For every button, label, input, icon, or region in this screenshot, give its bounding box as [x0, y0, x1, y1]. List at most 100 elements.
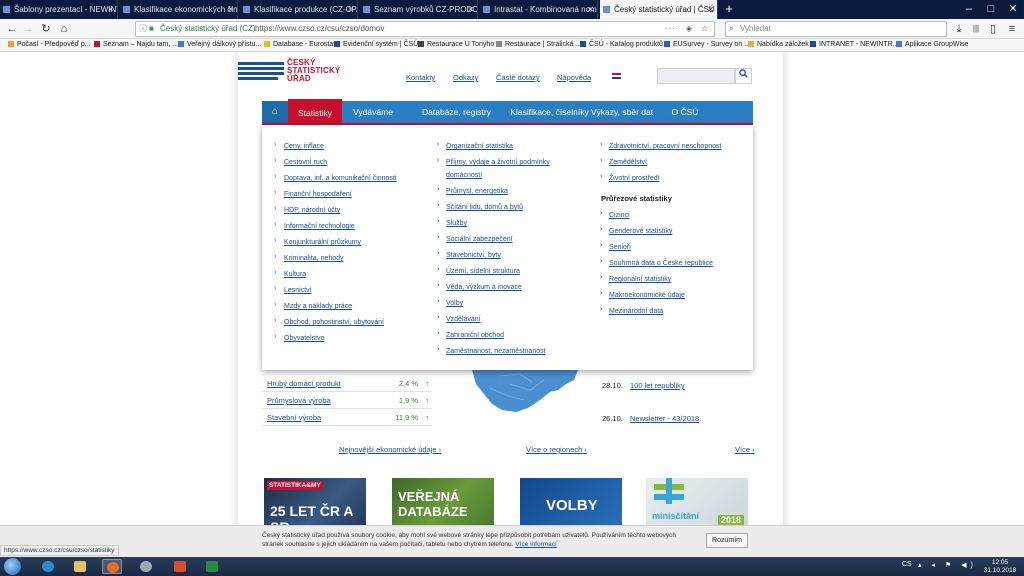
menu-link[interactable]: Průmysl, energetika — [446, 187, 508, 196]
bookmark-item[interactable]: Evidenční systém | ČSÚ — [334, 39, 418, 51]
new-tab-button[interactable]: + — [722, 0, 736, 19]
indicator-name[interactable]: Hrubý domácí produkt — [267, 375, 341, 392]
sidebar-icon[interactable]: ▯ — [985, 21, 1001, 37]
menu-link[interactable]: Makroekonomické údaje — [609, 291, 685, 300]
menu-link[interactable]: Informační technologie — [284, 222, 355, 231]
menu-link[interactable]: Cestovní ruch — [284, 158, 327, 167]
close-tab-icon[interactable]: ✕ — [227, 0, 234, 19]
menu-link[interactable]: Služby — [446, 219, 467, 228]
menu-link[interactable]: Regionální statistiky — [609, 275, 671, 284]
browser-search-input[interactable]: ⌕ Vyhledat — [725, 21, 947, 37]
ie-icon[interactable] — [38, 559, 58, 574]
clock[interactable]: 12:05 31.10.2018 — [980, 559, 1020, 575]
menu-link[interactable]: Volby — [446, 299, 463, 308]
page-actions-icon[interactable]: ··· — [665, 22, 676, 36]
banner-volby[interactable]: VOLBY — [520, 478, 622, 525]
firefox-icon[interactable] — [102, 559, 122, 574]
logo-text[interactable]: ČESKÝ STATISTICKÝ ÚŘAD — [287, 59, 340, 83]
outlook-icon[interactable] — [136, 559, 156, 574]
indicator-name[interactable]: Stavební výroba — [267, 409, 321, 426]
news-title[interactable]: Newsletter - 43/2018 — [630, 414, 699, 423]
bookmark-item[interactable]: Database - Eurostat — [264, 39, 335, 51]
explorer-icon[interactable] — [70, 559, 90, 574]
bookmark-item[interactable]: ČSÚ - Katalog produktů — [580, 39, 663, 51]
menu-link[interactable]: Příjmy, výdaje a životní podmínky — [446, 158, 550, 167]
menu-link[interactable]: Souhrnná data o České republice — [609, 259, 713, 268]
menu-link[interactable]: Obchod, pohostinství, ubytování — [284, 318, 384, 327]
nav-item-o-csu[interactable]: O ČSÚ — [664, 101, 706, 123]
menu-link[interactable]: domácností — [446, 171, 482, 180]
nav-item-vydavame[interactable]: Vydáváme — [345, 101, 401, 123]
menu-link[interactable]: Lesnictví — [284, 286, 312, 295]
minimize-button[interactable]: – — [958, 0, 980, 19]
menu-link[interactable]: Území, sídelní struktura — [446, 267, 520, 276]
site-identity[interactable]: Český statistický úřad (CZ) — [160, 22, 256, 36]
menu-link[interactable]: Doprava, inf. a komunikační činnosti — [284, 174, 396, 183]
tray-icons[interactable]: ▴ ◂ ⚑ ◀) — [918, 561, 977, 569]
menu-link[interactable]: HDP, národní účty — [284, 206, 340, 215]
menu-link[interactable]: Životní prostředí — [609, 174, 660, 183]
cookie-more-info-link[interactable]: Více informací — [515, 541, 557, 548]
menu-link[interactable]: Organizační statistika — [446, 142, 513, 151]
close-tab-icon[interactable]: ✕ — [707, 0, 714, 19]
menu-link[interactable]: Zahraniční obchod — [446, 331, 504, 340]
nav-item-vykazy[interactable]: Výkazy, sběr dat — [583, 101, 661, 123]
menu-link[interactable]: Ceny, inflace — [284, 142, 324, 151]
bookmark-item[interactable]: Veřejný dálkový přístu... — [178, 39, 261, 51]
menu-link[interactable]: Sociální zabezpečení — [446, 235, 513, 244]
excel-icon[interactable] — [202, 559, 222, 574]
maximize-button[interactable]: □ — [980, 0, 1002, 19]
language-indicator[interactable]: CS — [902, 561, 912, 568]
menu-icon[interactable]: ≡ — [1004, 21, 1020, 37]
indicator-name[interactable]: Průmyslová výroba — [267, 392, 331, 409]
menu-link[interactable]: Obyvatelstvo — [284, 334, 324, 343]
banner-miniscitani[interactable]: minisčítání 2018 — [646, 478, 748, 525]
bookmark-item[interactable]: Nabídka záložek — [748, 39, 809, 51]
bookmark-star-icon[interactable]: ☆ — [701, 22, 708, 36]
bookmark-item[interactable]: Seznam – Najdu tam, ... — [94, 39, 178, 51]
bookmark-item[interactable]: Restaurace U Tonyho — [418, 39, 494, 51]
top-link-napoveda[interactable]: Nápověda — [557, 73, 591, 82]
browser-tab-active[interactable]: Český statistický úřad | ČSÚ ✕ — [600, 0, 718, 19]
menu-link[interactable]: Konjunkturální průzkumy — [284, 238, 361, 247]
pocket-icon[interactable]: ◈ — [686, 22, 692, 36]
browser-tab[interactable]: Seznam výrobků CZ-PRODCOM✕ — [360, 0, 478, 19]
bookmark-item[interactable]: EUSurvey - Survey on ... — [664, 39, 750, 51]
site-search-button[interactable] — [735, 68, 752, 84]
downloads-icon[interactable]: ⤓ — [951, 21, 967, 37]
news-title[interactable]: 100 let republiky — [630, 381, 685, 390]
menu-link[interactable]: Cizinci — [609, 211, 630, 220]
menu-link[interactable]: Kultura — [284, 270, 306, 279]
browser-tab[interactable]: Klasifikace ekonomických činn ✕ — [120, 0, 238, 19]
reload-button[interactable]: ↻ — [38, 21, 54, 37]
bookmark-item[interactable]: INTRANET - NEWINTR... — [810, 39, 899, 51]
top-link-caste-dotazy[interactable]: Časté dotazy — [496, 73, 540, 82]
more-news-link[interactable]: Více › — [735, 445, 755, 454]
english-flag-icon[interactable] — [612, 73, 621, 79]
browser-tab[interactable]: Šablony prezentací - NEWINTR ✕ — [0, 0, 118, 19]
nav-home-icon[interactable]: ⌂ — [262, 101, 288, 123]
bookmark-item[interactable]: Aplikace GroupWise — [896, 39, 968, 51]
menu-link[interactable]: Zaměstnanost, nezaměstnanost — [446, 347, 546, 356]
close-tab-icon[interactable]: ✕ — [107, 0, 114, 19]
more-about-regions-link[interactable]: Více o regionech › — [526, 445, 587, 454]
menu-link[interactable]: Zemědělství — [609, 158, 647, 167]
bookmark-item[interactable]: Restaurace | Stralická ... — [496, 39, 581, 51]
menu-link[interactable]: Mzdy a náklady práce — [284, 302, 352, 311]
site-search-input[interactable] — [657, 68, 735, 84]
library-icon[interactable]: ||| — [968, 21, 984, 37]
browser-tab[interactable]: Klasifikace produkce (CZ-CPA) ✕ — [240, 0, 358, 19]
start-button-icon[interactable] — [4, 558, 21, 575]
back-button[interactable]: ← — [4, 21, 20, 37]
info-icon[interactable]: ⓘ — [139, 22, 147, 36]
menu-link[interactable]: Genderové statistiky — [609, 227, 672, 236]
close-tab-icon[interactable]: ✕ — [347, 0, 354, 19]
banner-statistika-a-my[interactable]: STATISTIKA&MY 25 LET ČR A SR — [264, 478, 366, 525]
bookmark-item[interactable]: Počasí - Předpověď p... — [8, 39, 91, 51]
banner-verejna-databaze[interactable]: VEŘEJNÁ DATABÁZE — [392, 478, 494, 525]
powerpoint-icon[interactable] — [170, 559, 190, 574]
lock-icon[interactable]: ■ — [149, 22, 154, 36]
close-tab-icon[interactable]: ✕ — [467, 0, 474, 19]
top-link-kontakty[interactable]: Kontakty — [406, 73, 435, 82]
close-window-button[interactable]: ✕ — [1002, 0, 1024, 19]
